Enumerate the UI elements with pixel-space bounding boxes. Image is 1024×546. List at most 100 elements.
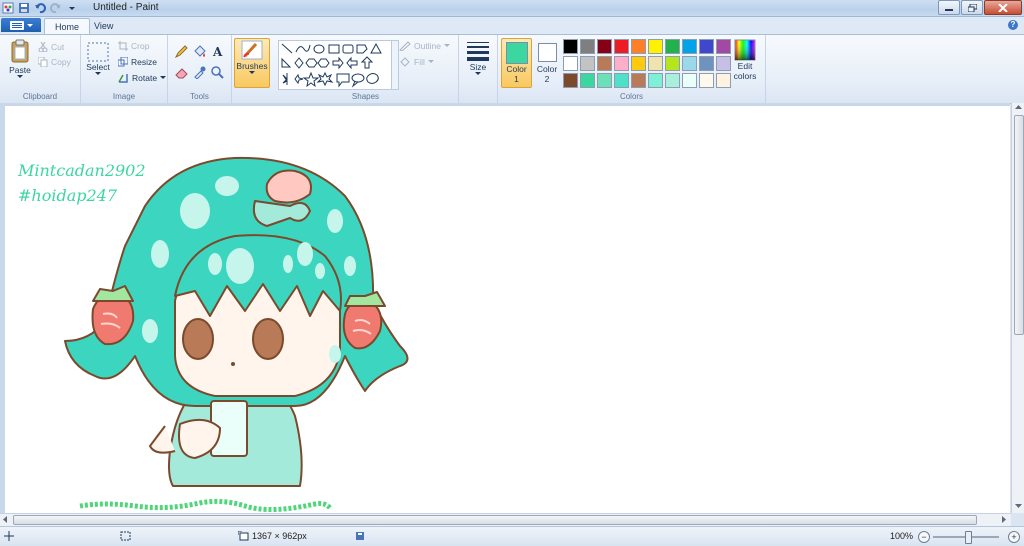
- select-rectangle-icon: [87, 42, 109, 62]
- pencil-icon[interactable]: [174, 44, 189, 59]
- cursor-position-icon: [4, 531, 14, 541]
- rotate-icon: [118, 74, 128, 83]
- color-swatch[interactable]: [648, 56, 663, 71]
- color-swatch[interactable]: [665, 56, 680, 71]
- color-swatch[interactable]: [665, 73, 680, 88]
- chibi-girl-drawing: [64, 156, 409, 513]
- horizontal-scroll-thumb[interactable]: [13, 515, 977, 525]
- color-swatch[interactable]: [563, 56, 578, 71]
- horizontal-scrollbar[interactable]: [0, 513, 1011, 526]
- scroll-right-arrow-icon[interactable]: [1002, 516, 1007, 523]
- file-size-icon: [355, 531, 365, 541]
- selection-size-icon: [120, 531, 131, 541]
- ribbon-tabs: Home View ?: [0, 17, 1024, 34]
- vertical-scrollbar[interactable]: [1011, 103, 1024, 513]
- color-swatch[interactable]: [682, 39, 697, 54]
- color-swatch[interactable]: [597, 39, 612, 54]
- color-swatch[interactable]: [631, 39, 646, 54]
- colors-group-label: Colors: [619, 92, 644, 101]
- paste-button[interactable]: Paste: [6, 39, 34, 79]
- drawing-canvas[interactable]: Mintcadan2902 #hoidap247: [5, 106, 1010, 513]
- color-swatch[interactable]: [631, 56, 646, 71]
- color-swatch[interactable]: [614, 39, 629, 54]
- paint-menu-button[interactable]: [1, 18, 41, 32]
- select-button[interactable]: Select: [85, 42, 111, 76]
- scissors-icon: [38, 42, 48, 52]
- shapes-gallery-icons: [281, 42, 382, 88]
- title-bar: Untitled - Paint: [0, 0, 1024, 17]
- outline-button[interactable]: Outline: [399, 41, 450, 51]
- fill-button[interactable]: Fill: [399, 57, 434, 67]
- redo-icon[interactable]: [50, 2, 62, 14]
- color-swatch[interactable]: [665, 39, 680, 54]
- window-title: Untitled - Paint: [93, 2, 159, 13]
- color-swatch[interactable]: [682, 56, 697, 71]
- tab-view[interactable]: View: [84, 18, 123, 33]
- color-swatch[interactable]: [699, 73, 714, 88]
- brushes-button[interactable]: Brushes: [234, 38, 270, 88]
- svg-text:A: A: [212, 45, 223, 58]
- paint-app-icon[interactable]: [2, 2, 14, 14]
- zoom-level: 100%: [890, 531, 914, 541]
- canvas-dimensions: 1367 × 962px: [252, 531, 307, 541]
- color-swatch[interactable]: [580, 73, 595, 88]
- text-tool-icon[interactable]: A: [210, 44, 225, 59]
- save-icon[interactable]: [18, 2, 30, 14]
- resize-button[interactable]: Resize: [118, 57, 157, 67]
- ribbon: Paste Cut Copy Clipboard Select Crop Res…: [0, 34, 1024, 104]
- help-icon[interactable]: ?: [1008, 20, 1018, 30]
- color-swatch[interactable]: [597, 73, 612, 88]
- crop-button[interactable]: Crop: [118, 41, 149, 51]
- zoom-slider-thumb[interactable]: [965, 531, 972, 544]
- scroll-left-arrow-icon[interactable]: [3, 516, 8, 523]
- minimize-button[interactable]: [938, 0, 960, 15]
- qat-dropdown-icon[interactable]: [66, 2, 78, 14]
- color-palette: [563, 39, 731, 88]
- color-swatch[interactable]: [631, 73, 646, 88]
- color-swatch[interactable]: [563, 39, 578, 54]
- color-swatch[interactable]: [699, 39, 714, 54]
- zoom-in-button[interactable]: +: [1008, 531, 1020, 543]
- color-swatch[interactable]: [716, 39, 731, 54]
- color-swatch[interactable]: [699, 56, 714, 71]
- color2-button[interactable]: Color 2: [534, 38, 560, 84]
- color-swatch[interactable]: [648, 73, 663, 88]
- color-swatch[interactable]: [580, 39, 595, 54]
- scroll-up-arrow-icon[interactable]: [1015, 105, 1022, 110]
- cut-button[interactable]: Cut: [38, 42, 64, 52]
- restore-button[interactable]: [961, 0, 983, 15]
- copy-button[interactable]: Copy: [38, 57, 71, 67]
- color-swatch[interactable]: [580, 56, 595, 71]
- tools-group: A Tools: [168, 35, 232, 103]
- color-swatch[interactable]: [716, 73, 731, 88]
- color-swatch[interactable]: [563, 73, 578, 88]
- resize-icon: [118, 57, 128, 67]
- close-button[interactable]: [984, 0, 1022, 15]
- clipboard-group-label: Clipboard: [22, 92, 58, 101]
- eraser-icon[interactable]: [174, 65, 189, 80]
- size-group: Size: [459, 35, 498, 103]
- size-button[interactable]: Size: [464, 40, 492, 76]
- shapes-group-label: Shapes: [351, 92, 380, 101]
- color1-button[interactable]: Color 1: [501, 38, 532, 88]
- edit-colors-button[interactable]: Edit colors: [730, 39, 760, 81]
- magnifier-icon[interactable]: [210, 65, 225, 80]
- fill-bucket-icon[interactable]: [192, 44, 207, 59]
- zoom-out-button[interactable]: −: [918, 531, 930, 543]
- color-swatch[interactable]: [614, 73, 629, 88]
- color-swatch[interactable]: [682, 73, 697, 88]
- color-swatch[interactable]: [648, 39, 663, 54]
- shapes-scroll[interactable]: [391, 40, 399, 90]
- shapes-gallery[interactable]: [278, 40, 392, 90]
- scroll-down-arrow-icon[interactable]: [1015, 504, 1022, 509]
- color-picker-icon[interactable]: [192, 65, 207, 80]
- color-swatch[interactable]: [716, 56, 731, 71]
- rotate-button[interactable]: Rotate: [118, 73, 167, 83]
- color1-swatch: [505, 42, 528, 64]
- color-swatch[interactable]: [614, 56, 629, 71]
- vertical-scroll-thumb[interactable]: [1014, 115, 1024, 335]
- color-swatch[interactable]: [597, 56, 612, 71]
- paste-icon: [11, 39, 29, 63]
- crop-icon: [118, 41, 128, 51]
- undo-icon[interactable]: [34, 2, 46, 14]
